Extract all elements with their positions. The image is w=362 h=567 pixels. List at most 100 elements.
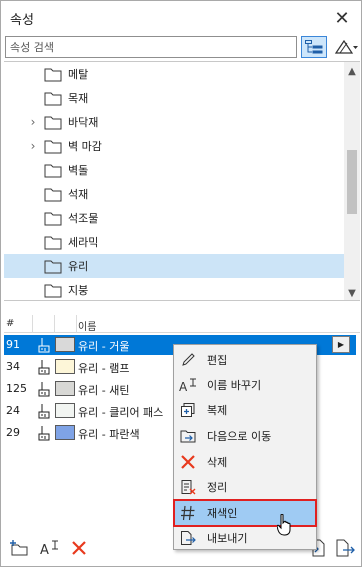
tree-item[interactable]: 목재	[4, 86, 344, 110]
pencil-icon	[179, 351, 197, 369]
menu-item-label: 복제	[207, 404, 228, 417]
search-row	[5, 36, 358, 58]
attributes-window: 속성 ✕ 메탈목재›바닥재›벽 마감벽돌석재석조물세라믹유리지붕›직물 ▲	[0, 0, 362, 567]
folder-icon	[44, 186, 62, 202]
tree-item-label: 세라믹	[68, 236, 99, 249]
menu-item[interactable]: A 이름 바꾸기	[175, 373, 315, 397]
rename-icon: A	[179, 376, 197, 394]
menu-item[interactable]: 재색인	[173, 499, 317, 527]
move-to-icon	[179, 427, 197, 445]
folder-icon	[44, 90, 62, 106]
filter-icon[interactable]	[331, 36, 361, 58]
duplicate-icon	[179, 401, 197, 419]
chevron-right-icon[interactable]: ›	[28, 110, 38, 134]
scroll-up-icon[interactable]: ▲	[344, 64, 360, 78]
tree-item-label: 목재	[68, 92, 89, 105]
color-swatch	[55, 425, 75, 440]
chevron-right-icon[interactable]: ›	[28, 134, 38, 158]
tree-item-label: 석재	[68, 188, 89, 201]
tree-item[interactable]: › 바닥재	[4, 110, 344, 134]
svg-text:A: A	[179, 380, 188, 393]
menu-item-label: 이름 바꾸기	[207, 379, 262, 392]
color-swatch	[55, 381, 75, 396]
tree-view-icon[interactable]	[301, 36, 327, 58]
context-menu: 편집 A 이름 바꾸기복제다음으로 이동삭제정리재색인내보내기	[173, 344, 317, 550]
color-swatch	[55, 337, 75, 352]
tree-item-label: 석조물	[68, 212, 99, 225]
delete-icon	[179, 453, 197, 471]
menu-item[interactable]: 다음으로 이동	[175, 424, 315, 448]
folder-icon	[44, 114, 62, 130]
hash-icon	[179, 504, 197, 522]
folder-icon	[44, 66, 62, 82]
new-folder-icon[interactable]	[8, 537, 30, 559]
tree-item-label: 지붕	[68, 284, 89, 297]
svg-text:A: A	[40, 543, 49, 557]
tree-item-label: 유리	[68, 260, 89, 273]
tree-item-label: 벽돌	[68, 164, 89, 177]
brush-icon	[36, 403, 52, 419]
export-icon	[179, 529, 197, 547]
tree-item[interactable]: 석재	[4, 182, 344, 206]
tree-item[interactable]: 세라믹	[4, 230, 344, 254]
cleanup-icon	[179, 478, 197, 496]
row-menu-button[interactable]: ▶	[332, 336, 350, 353]
menu-item[interactable]: 편집	[175, 348, 315, 372]
window-title: 속성	[10, 12, 34, 28]
tree-item[interactable]: 유리	[4, 254, 344, 278]
row-number: 24	[6, 404, 20, 417]
menu-item-label: 내보내기	[207, 532, 248, 545]
close-icon[interactable]: ✕	[332, 8, 352, 29]
title-bar: 속성 ✕	[2, 2, 360, 34]
brush-icon	[36, 425, 52, 441]
row-name: 유리 - 램프	[78, 362, 130, 375]
menu-item-label: 다음으로 이동	[207, 430, 272, 443]
row-name: 유리 - 거울	[78, 340, 130, 353]
menu-item-label: 편집	[207, 354, 228, 367]
menu-item[interactable]: 정리	[175, 475, 315, 499]
folder-icon	[44, 258, 62, 274]
scroll-down-icon[interactable]: ▼	[344, 286, 360, 300]
menu-item[interactable]: 내보내기	[175, 526, 315, 550]
row-name: 유리 - 파란색	[78, 428, 140, 441]
menu-item-label: 재색인	[207, 507, 238, 520]
menu-item-label: 정리	[207, 481, 228, 494]
row-number: 91	[6, 338, 20, 351]
brush-icon	[36, 337, 52, 353]
tree-item[interactable]: 벽돌	[4, 158, 344, 182]
tree-item-label: 메탈	[68, 68, 89, 81]
color-swatch	[55, 359, 75, 374]
rename-icon[interactable]: A	[38, 537, 60, 559]
menu-item[interactable]: 삭제	[175, 450, 315, 474]
tree-item[interactable]: 석조물	[4, 206, 344, 230]
row-number: 29	[6, 426, 20, 439]
color-swatch	[55, 403, 75, 418]
row-name: 유리 - 클리어 패스	[78, 406, 164, 419]
folder-icon	[44, 282, 62, 298]
folder-icon	[44, 138, 62, 154]
tree-item-label: 바닥재	[68, 116, 99, 129]
tree-item[interactable]: 지붕	[4, 278, 344, 300]
row-number: 34	[6, 360, 20, 373]
export-icon[interactable]	[334, 537, 356, 559]
list-header: # 이름	[4, 315, 360, 333]
tree-item[interactable]: 메탈	[4, 62, 344, 86]
header-number: #	[6, 318, 15, 329]
menu-item[interactable]: 복제	[175, 398, 315, 422]
delete-icon[interactable]	[68, 537, 90, 559]
attribute-folder-tree: 메탈목재›바닥재›벽 마감벽돌석재석조물세라믹유리지붕›직물 ▲ ▼	[4, 61, 360, 301]
tree-item[interactable]: › 벽 마감	[4, 134, 344, 158]
header-name: 이름	[78, 322, 97, 333]
folder-icon	[44, 162, 62, 178]
tree-item-label: 벽 마감	[68, 140, 102, 153]
brush-icon	[36, 381, 52, 397]
folder-icon	[44, 234, 62, 250]
tree-scrollbar[interactable]: ▲ ▼	[344, 62, 360, 300]
mouse-cursor-icon	[277, 514, 291, 536]
row-number: 125	[6, 382, 27, 395]
menu-item-label: 삭제	[207, 456, 228, 469]
brush-icon	[36, 359, 52, 375]
row-name: 유리 - 새틴	[78, 384, 130, 397]
scrollbar-thumb[interactable]	[347, 150, 357, 214]
search-input[interactable]	[5, 36, 297, 58]
